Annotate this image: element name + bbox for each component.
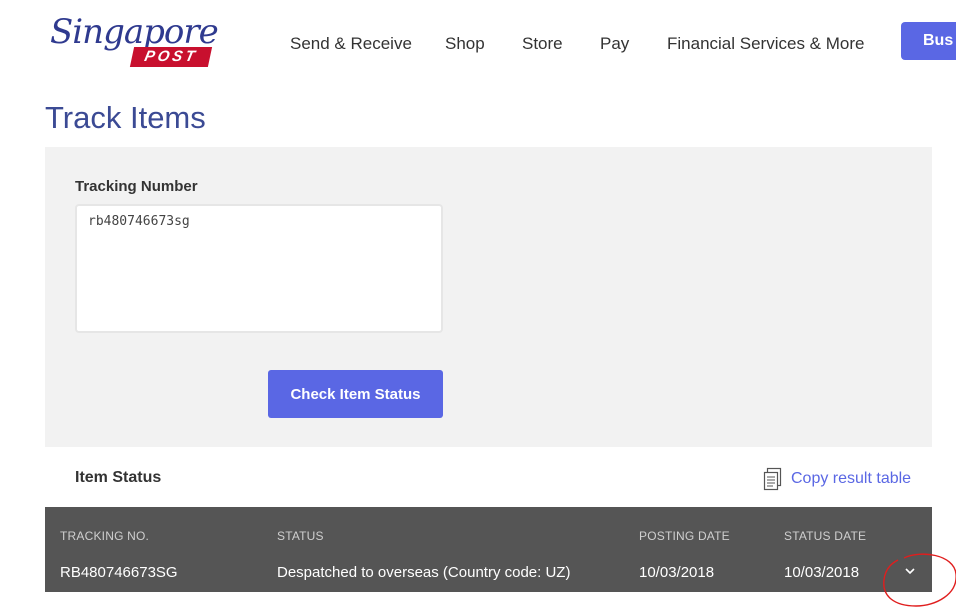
column-header-status: STATUS [277,529,324,543]
document-copy-icon [763,467,782,491]
item-status-heading: Item Status [75,469,162,486]
column-header-tracking-no: TRACKING NO. [60,529,150,543]
column-header-status-date: STATUS DATE [784,529,867,543]
tracking-number-input[interactable] [75,204,443,333]
nav-store[interactable]: Store [522,34,563,54]
chevron-down-icon[interactable] [900,561,920,581]
singpost-logo[interactable]: Singapore POST [50,12,219,70]
page-title: Track Items [45,100,206,135]
check-item-status-button[interactable]: Check Item Status [268,370,443,418]
cell-status-date: 10/03/2018 [784,564,860,581]
nav-send-receive[interactable]: Send & Receive [290,34,412,54]
results-table: TRACKING NO. STATUS POSTING DATE STATUS … [45,507,932,592]
tracking-number-label: Tracking Number [75,178,198,195]
cell-status: Despatched to overseas (Country code: UZ… [277,564,571,581]
logo-script-text: Singapore [50,12,219,52]
copy-result-table-link[interactable]: Copy result table [763,466,911,492]
column-header-posting-date: POSTING DATE [639,529,730,543]
logo-post-badge: POST [129,47,213,67]
cell-posting-date: 10/03/2018 [639,564,715,581]
nav-shop[interactable]: Shop [445,34,485,54]
cell-tracking-no: RB480746673SG [60,564,178,581]
nav-pay[interactable]: Pay [600,34,629,54]
copy-result-table-label: Copy result table [791,470,912,487]
business-button[interactable]: Bus [901,22,956,60]
nav-financial-services[interactable]: Financial Services & More [667,34,864,54]
tracking-form-panel: Tracking Number Check Item Status [45,147,932,447]
